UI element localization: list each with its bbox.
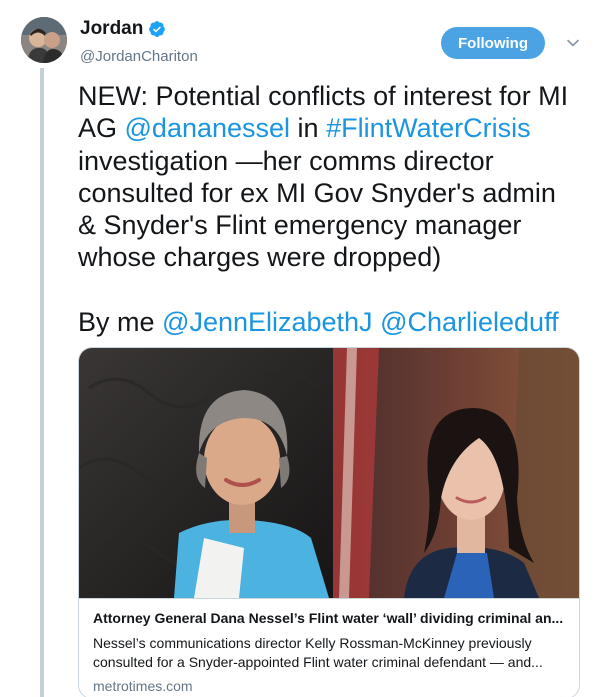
link-preview-card[interactable]: Attorney General Dana Nessel’s Flint wat…	[78, 347, 580, 697]
card-photo	[79, 348, 579, 598]
card-domain: metrotimes.com	[93, 678, 193, 694]
tweet-text-segment: in	[290, 113, 327, 144]
tweet-text-line: AG @dananessel in #FlintWaterCrisis	[78, 112, 598, 144]
tweet-text-segment: & Snyder's Flint emergency manager	[78, 210, 522, 241]
thread-line	[40, 68, 44, 697]
card-image[interactable]	[79, 348, 579, 598]
mention-link-charlieleduff[interactable]: @Charlieleduff	[380, 307, 559, 337]
avatar-image	[21, 17, 67, 63]
avatar[interactable]	[21, 17, 67, 63]
mention-link-jennelizabethj[interactable]: @JennElizabethJ	[162, 307, 373, 337]
tweet-byline: By me @JennElizabethJ @Charlieleduff	[78, 306, 559, 338]
tweet-text: NEW: Potential conflicts of interest for…	[78, 80, 598, 274]
byline-text: By me	[78, 307, 163, 337]
tweet-text-segment: whose charges were dropped)	[78, 242, 442, 273]
tweet-text-segment: AG	[78, 113, 125, 144]
byline-space	[373, 307, 381, 337]
author-name-row: Jordan	[80, 18, 166, 40]
hashtag-link-flintwatercrisis[interactable]: #FlintWaterCrisis	[326, 113, 531, 143]
author-handle[interactable]: @JordanChariton	[80, 48, 198, 65]
chevron-down-icon[interactable]	[566, 36, 580, 50]
tweet-text-line: consulted for ex MI Gov Snyder's admin	[78, 177, 598, 209]
card-description-line: consulted for a Snyder-appointed Flint w…	[93, 654, 543, 670]
tweet-text-segment: investigation —her comms director	[78, 145, 494, 176]
card-title: Attorney General Dana Nessel’s Flint wat…	[93, 610, 564, 626]
tweet-text-line: investigation —her comms director	[78, 145, 598, 177]
tweet-text-line: NEW: Potential conflicts of interest for…	[78, 80, 598, 112]
tweet-text-line: & Snyder's Flint emergency manager	[78, 209, 598, 241]
mention-link-dananessel[interactable]: @dananessel	[125, 113, 291, 143]
card-description: Nessel’s communications director Kelly R…	[93, 634, 571, 672]
author-display-name[interactable]: Jordan	[80, 18, 143, 40]
tweet-text-segment: NEW: Potential conflicts of interest for…	[78, 81, 569, 111]
card-description-line: Nessel’s communications director Kelly R…	[93, 635, 532, 651]
following-button[interactable]: Following	[441, 27, 545, 59]
tweet-text-line: whose charges were dropped)	[78, 241, 598, 273]
tweet-text-segment: consulted for ex MI Gov Snyder's admin	[78, 177, 556, 208]
card-body[interactable]: Attorney General Dana Nessel’s Flint wat…	[79, 598, 579, 697]
verified-badge-icon	[149, 21, 166, 37]
